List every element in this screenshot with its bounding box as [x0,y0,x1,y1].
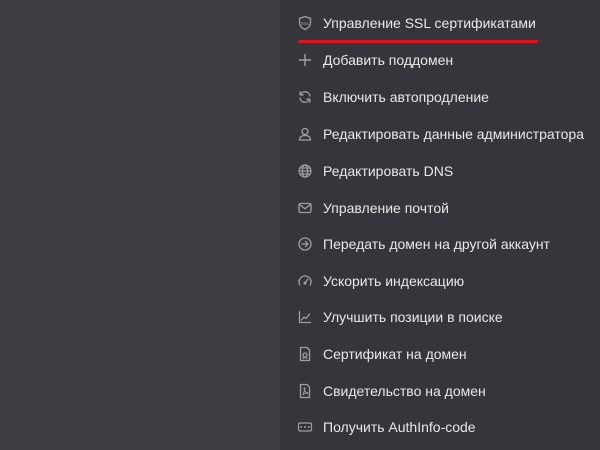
mail-icon [297,200,313,216]
menu-item-label: Ускорить индексацию [323,273,465,289]
menu-item-ssl[interactable]: SSL Управление SSL сертификатами [281,5,600,41]
menu-item-label: Получить AuthInfo-code [323,419,476,435]
menu-item-label: Передать домен на другой аккаунт [323,236,550,252]
menu-item-indexing[interactable]: Ускорить индексацию [281,263,600,299]
menu-item-autorenew[interactable]: Включить автопродление [281,79,600,115]
menu-item-certificate[interactable]: Сертификат на домен [281,336,600,372]
svg-text:SSL: SSL [301,21,310,26]
certificate-doc-icon [297,346,313,362]
menu-item-label: Улучшить позиции в поиске [323,309,503,325]
menu-item-mail[interactable]: Управление почтой [281,190,600,226]
pdf-doc-icon [297,383,313,399]
user-icon [297,126,313,142]
menu-item-edit-dns[interactable]: Редактировать DNS [281,153,600,189]
menu-item-search-position[interactable]: Улучшить позиции в поиске [281,299,600,335]
menu-item-label: Свидетельство на домен [323,383,486,399]
menu-item-transfer[interactable]: Передать домен на другой аккаунт [281,226,600,262]
menu-item-label: Включить автопродление [323,89,489,105]
menu-item-add-subdomain[interactable]: Добавить поддомен [281,42,600,78]
menu-item-label: Управление почтой [323,200,449,216]
refresh-icon [297,89,313,105]
ssl-shield-icon: SSL [297,15,313,31]
menu-item-domain-cert[interactable]: Свидетельство на домен [281,373,600,409]
menu-item-label: Сертификат на домен [323,346,467,362]
menu-item-label: Редактировать DNS [323,163,454,179]
menu-item-edit-admin[interactable]: Редактировать данные администратора [281,116,600,152]
speedometer-icon [297,273,313,289]
menu-item-label: Добавить поддомен [323,52,454,68]
arrow-circle-icon [297,236,313,252]
auth-code-icon [297,419,313,435]
menu-item-label: Редактировать данные администратора [323,126,584,142]
plus-icon [297,52,313,68]
globe-icon [297,163,313,179]
menu-item-authinfo[interactable]: Получить AuthInfo-code [281,409,600,445]
domain-actions-menu: SSL Управление SSL сертификатами Добавит… [281,0,600,450]
menu-item-label: Управление SSL сертификатами [323,15,536,31]
chart-line-icon [297,309,313,325]
